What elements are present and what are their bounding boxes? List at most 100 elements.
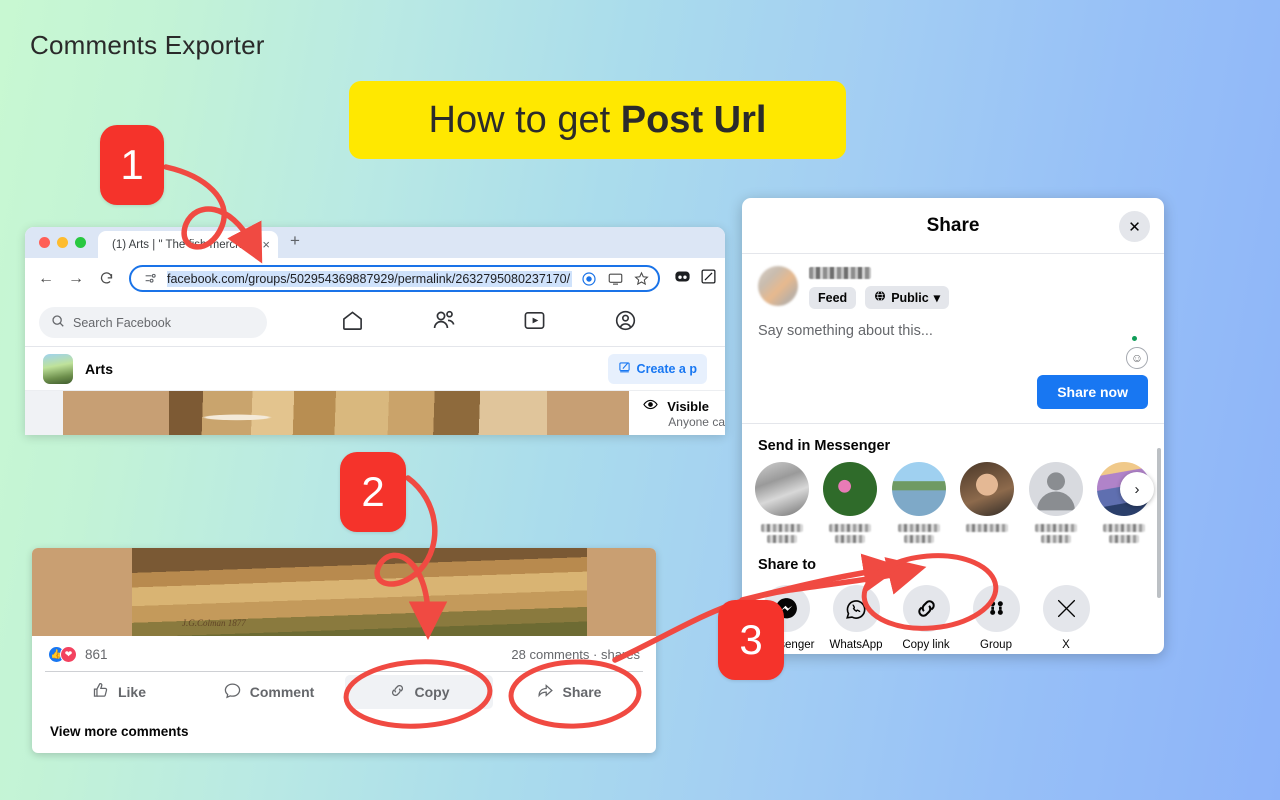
lens-icon[interactable] [580,270,598,288]
comment-label: Comment [249,684,315,700]
maximize-window-dot[interactable] [75,237,86,248]
browser-tab[interactable]: (1) Arts | " The fish mercha × [98,231,278,258]
comments-shares-count[interactable]: 28 comments · shares [511,647,640,662]
comment-button[interactable]: Comment [195,675,343,709]
contact-name-blurred [897,524,940,532]
forward-icon[interactable]: → [63,266,89,292]
share-target-label: WhatsApp [829,639,883,651]
browser-window: (1) Arts | " The fish mercha × + ← → fac… [25,227,725,435]
visibility-title: Visible [667,398,709,414]
close-window-dot[interactable] [39,237,50,248]
video-icon[interactable] [523,309,546,337]
create-post-button[interactable]: Create a p [607,353,707,384]
share-target-whatsapp[interactable]: WhatsApp [826,585,886,651]
feed-sidebar: Visible Anyone ca [629,391,725,435]
banner-prefix: How to get [428,98,621,141]
share-button[interactable]: Share [495,675,643,709]
avatar [891,462,946,516]
search-input[interactable]: Search Facebook [39,307,267,338]
share-to-section-title: Share to [758,557,817,573]
browser-extensions [664,268,717,290]
list-item[interactable] [1026,462,1086,543]
share-target-copy-link[interactable]: Copy link [896,585,956,651]
next-contacts-button[interactable]: › [1120,472,1154,506]
search-placeholder: Search Facebook [73,315,171,330]
url-text: facebook.com/groups/502954369887929/perm… [167,270,572,287]
browser-tabstrip: (1) Arts | " The fish mercha × + [25,227,725,258]
emoji-icon[interactable]: ☺ [1126,336,1148,369]
composer-meta: Feed Public ▾ [809,266,949,309]
address-bar[interactable]: facebook.com/groups/502954369887929/perm… [129,265,660,292]
contact-name-blurred [760,524,803,532]
home-icon[interactable] [341,309,364,337]
chevron-down-icon: ▾ [933,291,940,305]
contact-name-blurred [1103,524,1146,532]
bookmark-star-icon[interactable] [632,270,650,288]
visibility-subtitle: Anyone ca [668,415,725,429]
facebook-nav [267,308,711,337]
copy-button[interactable]: Copy [345,675,493,709]
group-name: Arts [85,360,114,377]
new-tab-button[interactable]: + [278,231,310,255]
link-icon [389,682,406,702]
window-controls[interactable] [35,227,98,258]
step-badge-2: 2 [340,452,406,532]
composer-chips: Feed Public ▾ [809,286,949,309]
share-now-row: Share now [758,369,1148,409]
composer-footer: ☺ [758,336,1148,369]
share-dialog-title: Share [926,214,980,236]
extension-icon-1[interactable] [674,268,691,290]
compose-icon [618,361,631,377]
install-icon[interactable] [606,270,624,288]
avatar [754,462,809,516]
list-item[interactable] [752,462,812,543]
reload-icon[interactable] [93,266,119,292]
post-image: J.G.Colman 1877 [32,548,656,636]
step-badge-3: 3 [718,600,784,680]
copy-label: Copy [414,684,450,700]
site-settings-icon[interactable] [141,270,159,288]
profile-icon[interactable] [614,309,637,337]
extension-icon-2[interactable] [700,268,717,290]
avatar [960,462,1015,516]
how-to-banner: How to get Post Url [349,81,846,159]
list-item[interactable] [958,462,1018,543]
back-icon[interactable]: ← [33,266,59,292]
close-icon[interactable]: × [262,238,270,251]
group-avatar [43,353,73,384]
close-icon[interactable]: ✕ [1119,211,1150,242]
share-now-button[interactable]: Share now [1037,375,1148,409]
contact-name-blurred-2 [1109,535,1140,543]
dialog-scrollbar[interactable] [1157,448,1161,598]
messenger-section-title: Send in Messenger [758,438,891,454]
page-title: Comments Exporter [30,30,265,60]
tutorial-canvas: Comments Exporter How to get Post Url (1… [0,0,1280,800]
share-label: Share [562,684,602,700]
feed-chip[interactable]: Feed [809,286,857,309]
user-name-blurred [809,267,871,279]
share-target-label: Copy link [902,639,950,651]
banner-highlight: Post Url [620,98,767,141]
contact-name-blurred-2 [835,535,866,543]
share-target-group[interactable]: Group [966,585,1026,651]
like-button[interactable]: Like [45,675,193,709]
list-item[interactable] [889,462,949,543]
eye-icon [643,397,659,415]
share-composer: Feed Public ▾ Say something about this..… [742,254,1164,424]
audience-chip[interactable]: Public ▾ [865,286,949,309]
composer-placeholder[interactable]: Say something about this... [758,323,1148,339]
minimize-window-dot[interactable] [57,237,68,248]
list-item[interactable] [821,462,881,543]
globe-icon [874,290,886,305]
share-arrow-icon [537,682,554,702]
friends-icon[interactable] [432,308,456,337]
view-more-comments[interactable]: View more comments [32,712,656,739]
share-dialog-header: Share ✕ [742,198,1164,254]
audience-chip-label: Public [891,290,929,305]
step-badge-1: 1 [100,125,164,205]
group-icon [972,585,1020,632]
share-target-x[interactable]: X [1036,585,1096,651]
banner-text: How to get Post Url [429,99,767,142]
avatar [823,462,878,516]
contact-name-blurred [966,524,1009,532]
